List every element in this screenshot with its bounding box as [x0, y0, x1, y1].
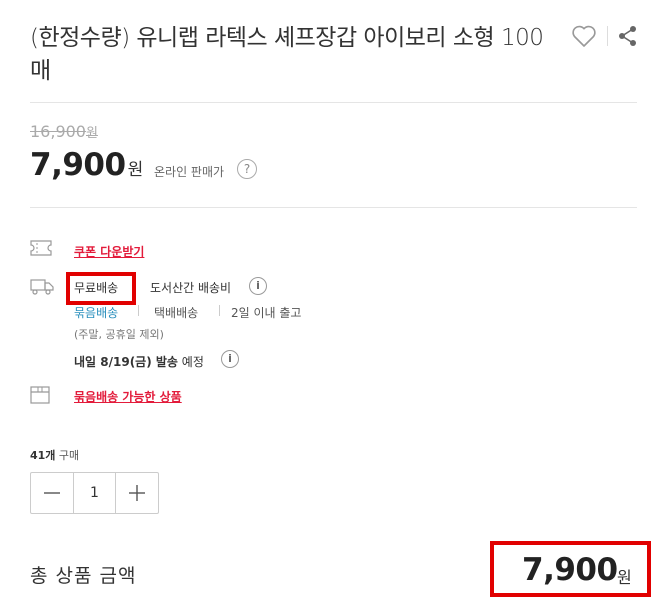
divider [219, 305, 220, 316]
decrease-button[interactable] [31, 473, 73, 513]
original-price: 16,900원 [30, 122, 98, 141]
increase-button[interactable] [116, 473, 158, 513]
coupon-icon [30, 240, 52, 256]
bundle-shipping-option: 묶음배송 [74, 306, 119, 320]
dispatch-time: 2일 이내 출고 [231, 306, 302, 320]
total-currency: 원 [617, 568, 632, 587]
plus-icon [129, 485, 145, 501]
quantity-input[interactable]: 1 [73, 473, 116, 513]
share-icon[interactable] [617, 25, 639, 47]
total-price: 7,900 [522, 552, 618, 588]
box-icon [30, 386, 50, 404]
truck-icon [30, 279, 54, 295]
divider [607, 26, 608, 46]
info-icon[interactable]: i [221, 350, 239, 368]
parcel-shipping-option: 택배배송 [154, 306, 199, 320]
price-label: 온라인 판매가 [154, 165, 225, 179]
coupon-download-link[interactable]: 쿠폰 다운받기 [74, 243, 144, 260]
shipping-note: (주말, 공휴일 제외) [74, 328, 164, 341]
divider [138, 305, 139, 316]
remote-shipping-fee-label: 도서산간 배송비 [150, 281, 232, 295]
bundle-products-link[interactable]: 묶음배송 가능한 상품 [74, 388, 182, 405]
purchase-count: 41개 구매 [30, 449, 80, 462]
sale-price: 7,900 원 [30, 147, 143, 183]
minus-icon [44, 492, 60, 494]
arrival-estimate: 내일 8/19(금) 발송 예정 [74, 355, 204, 369]
divider [30, 207, 637, 208]
product-title: (한정수량) 유니랩 라텍스 셰프장갑 아이보리 소형 100매 [30, 25, 544, 84]
help-icon[interactable]: ? [237, 159, 257, 179]
info-icon[interactable]: i [249, 277, 267, 295]
heart-icon[interactable] [571, 24, 597, 48]
total-label: 총 상품 금액 [30, 565, 137, 587]
divider [30, 102, 637, 103]
quantity-stepper: 1 [30, 472, 159, 514]
free-shipping-label: 무료배송 [74, 281, 119, 295]
